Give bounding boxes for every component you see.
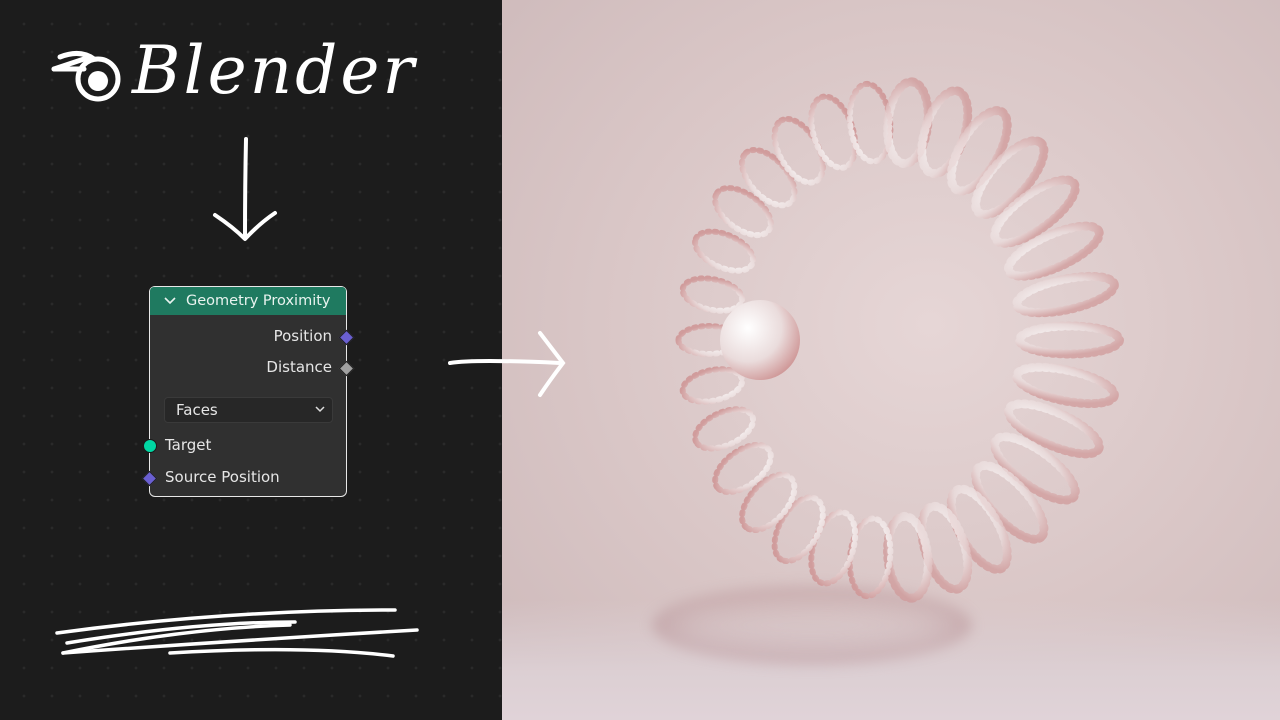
input-target-label: Target [165, 436, 212, 454]
blender-logo-icon [51, 51, 121, 102]
dropdown-value: Faces [176, 401, 218, 419]
brand: Blender [50, 38, 417, 104]
output-position-label: Position [273, 327, 332, 345]
geometry-proximity-node[interactable]: Geometry Proximity Position Distance Fac… [141, 286, 355, 497]
target-element-dropdown[interactable]: Faces [164, 397, 333, 423]
arrow-right-icon [448, 331, 566, 397]
node-header[interactable]: Geometry Proximity [150, 287, 346, 315]
icosphere [720, 300, 800, 380]
node-title: Geometry Proximity [186, 293, 331, 309]
bead-ring [739, 146, 798, 209]
output-distance-label: Distance [266, 358, 332, 376]
target-input-socket-icon[interactable] [143, 439, 157, 453]
bead-ring [712, 185, 774, 239]
pearl-torus-render [675, 77, 1124, 603]
collapse-chevron-icon[interactable] [164, 297, 176, 305]
bead-ring [1015, 321, 1124, 359]
render-viewport [502, 0, 1280, 720]
bead-ring [771, 494, 826, 565]
chevron-down-icon [314, 402, 326, 416]
scribble-decoration [55, 608, 419, 658]
bead-ring [739, 471, 798, 534]
brand-title: Blender [132, 32, 418, 109]
arrow-down-icon [213, 137, 277, 241]
input-source-position-label: Source Position [165, 468, 280, 486]
